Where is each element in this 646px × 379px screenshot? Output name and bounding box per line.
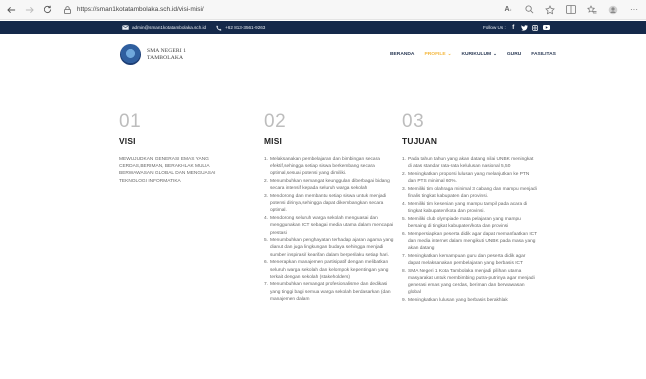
list-item-text: Memiliki tim kesenian yang mampu tampil … — [408, 201, 528, 214]
menu-item-label: KURIKULUM — [461, 51, 492, 57]
twitter-icon[interactable] — [521, 24, 528, 31]
list-item: 6. Mempersiapkan peserta didik agar dapat… — [402, 231, 537, 253]
list-item-text: Meningkatkan kemampuan guru dan peserta … — [408, 253, 526, 266]
list-item-text: Memiliki club olympiade mata pelajaran y… — [408, 216, 521, 229]
school-name-line2: TAMBOLAKA — [147, 55, 184, 61]
instagram-icon[interactable] — [532, 24, 539, 31]
menu-item-beranda[interactable]: BERANDA — [390, 52, 414, 57]
menu-item-label: BERANDA — [390, 51, 415, 57]
list-item-text: Menumbuhkan penghayatan terhadap ajaran … — [270, 238, 394, 258]
list-item-text: Meningkatkan proporsi lulusan yang melan… — [408, 171, 530, 185]
browser-toolbar: https://sman1kotatambolaka.sch.id/visi-m… — [0, 0, 646, 20]
visi-column: 01 VISI MEWUJUDKAN GENERASI EMAS YANG CE… — [119, 112, 244, 185]
list-item-text: Mendorong seluruh warga sekolah menguasa… — [270, 216, 394, 236]
list-item-text: Melaksanakan pembelajaran dan bimbingan … — [270, 157, 380, 177]
school-name[interactable]: SMA NEGERI 1 TAMBOLAKA — [147, 48, 186, 62]
back-icon[interactable] — [5, 3, 19, 17]
list-item-text: Meningkatkan lulusan yang berbasis berak… — [408, 297, 508, 303]
list-item-text: Menumbuhkan semangat profesionalisme dan… — [270, 282, 391, 302]
misi-list: 1. Melaksanakan pembelajaran dan bimbinga… — [264, 156, 394, 303]
phone-text: +62 813-3561-9263 — [225, 25, 266, 30]
list-item: 7. Meningkatkan kemampuan guru dan pesert… — [402, 253, 537, 267]
youtube-icon[interactable] — [542, 24, 550, 31]
phone-icon — [215, 25, 222, 31]
list-item: 3. Memiliki tim olahraga minimal 3 cabang… — [402, 186, 537, 200]
list-item: 8. SMA Negeri 1 Kota Tambolaka menjadi pi… — [402, 268, 537, 297]
list-item: 4. Mendorong seluruh warga sekolah mengua… — [264, 215, 394, 237]
list-item-text: Mempersiapkan peserta didik agar dapat m… — [408, 231, 537, 251]
chevron-down-icon: ⌄ — [493, 51, 497, 56]
forward-icon[interactable] — [23, 3, 37, 17]
school-name-line1: SMA NEGERI 1 — [147, 48, 187, 54]
refresh-icon[interactable] — [41, 3, 55, 17]
visi-text: MEWUJUDKAN GENERASI EMAS YANG CERDAS,BER… — [119, 157, 216, 184]
lock-icon[interactable] — [63, 5, 72, 14]
address-bar[interactable]: https://sman1kotatambolaka.sch.id/visi-m… — [63, 2, 502, 18]
url-text: https://sman1kotatambolaka.sch.id/visi-m… — [76, 6, 204, 13]
menu-item-guru[interactable]: GURU — [507, 52, 521, 57]
favorite-icon[interactable] — [544, 4, 556, 16]
follow-us: Follow Us : f — [483, 21, 550, 34]
list-item: 7. Menumbuhkan semangat profesionalisme d… — [264, 281, 394, 303]
list-item: 6. Menerapkan manajemen partisipatif deng… — [264, 259, 394, 281]
menu-item-label: GURU — [506, 51, 522, 57]
list-item: 9. Meningkatkan lulusan yang berbasis ber… — [402, 297, 537, 304]
list-item: 4. Memiliki tim kesenian yang mampu tampi… — [402, 201, 537, 215]
main-menu: BERANDA PROFILE ⌄ KURIKULUM ⌄ GURU FASIL… — [390, 51, 566, 57]
list-item: 1. Melaksanakan pembelajaran dan bimbinga… — [264, 156, 394, 178]
section-title: VISI — [119, 136, 136, 146]
menu-item-fasilitas[interactable]: FASILITAS — [531, 52, 556, 57]
menu-item-profile[interactable]: PROFILE ⌄ — [424, 51, 451, 57]
section-number: 01 — [119, 111, 142, 132]
favorites-bar-icon[interactable] — [586, 4, 598, 16]
list-item-text: Menerapkan manajemen partisipatif dengan… — [270, 260, 389, 280]
section-title: MISI — [264, 136, 283, 146]
site-header: SMA NEGERI 1 TAMBOLAKA BERANDA PROFILE ⌄… — [0, 34, 646, 92]
section-number: 02 — [264, 111, 287, 132]
list-item-text: Menumbuhkan semangat keunggulan diberbag… — [270, 179, 390, 192]
email-text: admin@sman1kotatambolaka.sch.id — [132, 25, 207, 30]
chevron-down-icon: ⌄ — [447, 51, 452, 56]
list-item: 5. Memiliki club olympiade mata pelajaran… — [402, 216, 537, 230]
school-logo[interactable] — [120, 44, 141, 65]
more-icon[interactable]: ··· — [628, 4, 640, 16]
list-item: 3. Mendorong dan membantu setiap siswa un… — [264, 193, 394, 215]
follow-label: Follow Us : — [483, 25, 506, 30]
list-item: 5. Menumbuhkan penghayatan terhadap ajara… — [264, 237, 394, 259]
profile-icon[interactable] — [607, 4, 619, 16]
section-number: 03 — [402, 111, 425, 132]
list-item-text: Pada tahun tahun yang akan datang nilai … — [408, 157, 534, 170]
split-screen-icon[interactable] — [565, 4, 577, 16]
list-item-text: Memiliki tim olahraga minimal 3 cabang d… — [408, 186, 537, 200]
tujuan-column: 03 TUJUAN 1. Pada tahun tahun yang akan d… — [402, 112, 537, 305]
menu-item-label: FASILITAS — [531, 51, 556, 57]
list-item: 2. Menumbuhkan semangat keunggulan diberb… — [264, 178, 394, 192]
email-contact[interactable]: admin@sman1kotatambolaka.sch.id — [122, 25, 206, 31]
list-item-text: SMA Negeri 1 Kota Tambolaka menjadi pili… — [408, 268, 535, 296]
misi-column: 02 MISI 1. Melaksanakan pembelajaran dan … — [264, 112, 394, 304]
tujuan-list: 1. Pada tahun tahun yang akan datang nila… — [402, 156, 537, 304]
menu-item-kurikulum[interactable]: KURIKULUM ⌄ — [461, 51, 496, 57]
facebook-icon[interactable]: f — [510, 24, 517, 31]
list-item: 1. Pada tahun tahun yang akan datang nila… — [402, 156, 537, 170]
phone-contact[interactable]: +62 813-3561-9263 — [215, 25, 265, 31]
list-item: 2. Meningkatkan proporsi lulusan yang mel… — [402, 171, 537, 185]
section-title: TUJUAN — [402, 136, 438, 146]
menu-item-label: PROFILE — [424, 51, 446, 57]
envelope-icon — [122, 25, 129, 31]
top-info-bar: admin@sman1kotatambolaka.sch.id +62 813-… — [0, 21, 646, 34]
read-aloud-icon[interactable]: A ♪ — [502, 4, 514, 16]
zoom-icon[interactable] — [523, 4, 535, 16]
list-item-text: Mendorong dan membantu setiap siswa untu… — [270, 194, 387, 214]
